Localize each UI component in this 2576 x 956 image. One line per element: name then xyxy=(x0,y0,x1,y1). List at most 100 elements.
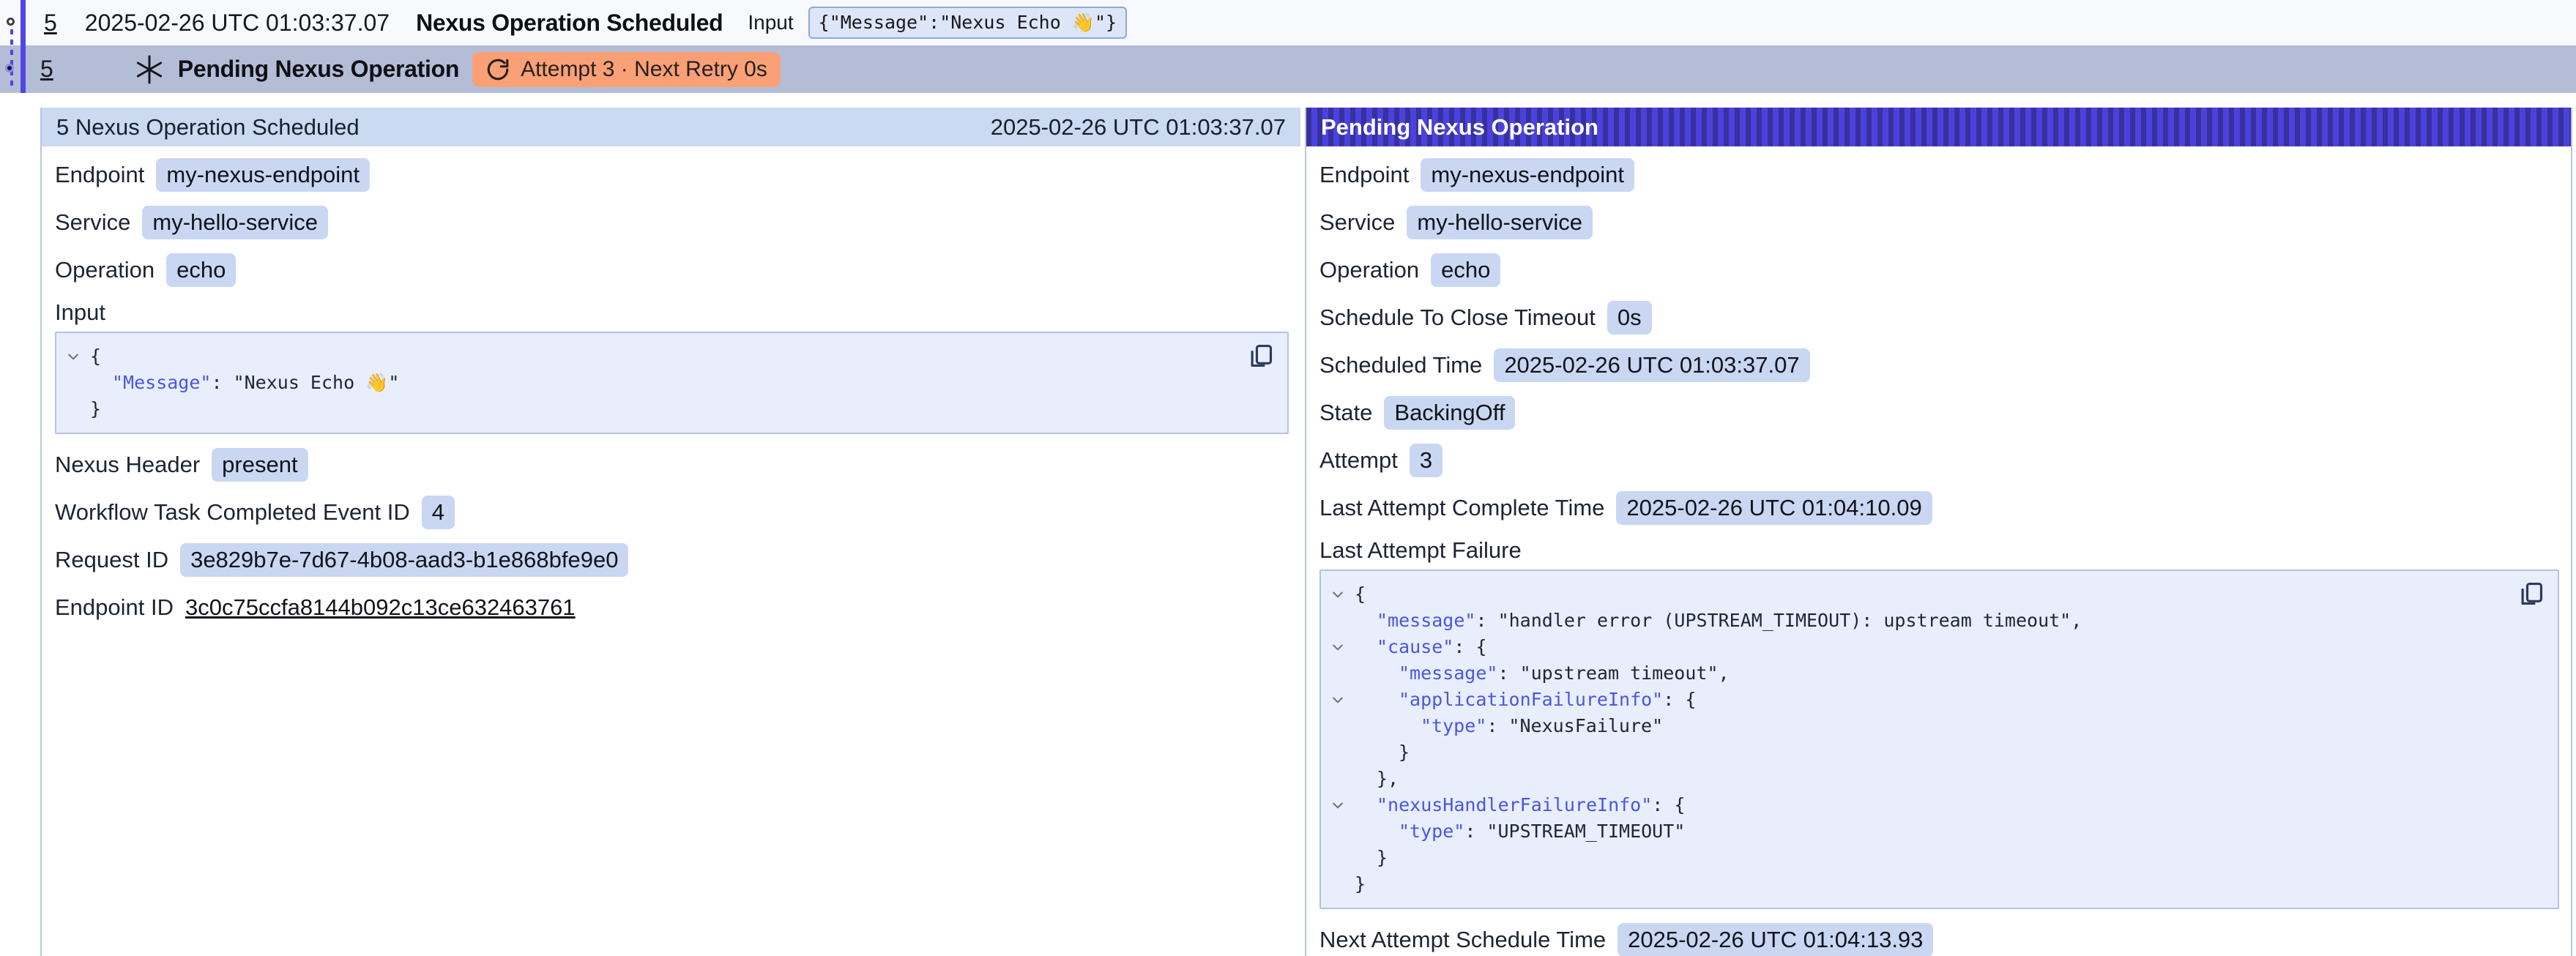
code-text: } xyxy=(1355,871,1366,897)
code-line: "Message": "Nexus Echo 👋" xyxy=(56,370,1243,396)
event-id-link[interactable]: 5 xyxy=(44,10,57,37)
timeline-dashed-connector xyxy=(10,29,13,91)
code-line: "message": "upstream timeout", xyxy=(1321,660,2514,687)
chevron-down-icon xyxy=(66,349,81,364)
collapse-toggle[interactable] xyxy=(1321,692,1355,707)
field-row-schedule-to-close-timeout: Schedule To Close Timeout0s xyxy=(1319,301,2559,335)
endpoint-value: my-nexus-endpoint xyxy=(156,158,370,192)
json-key: "Message" xyxy=(112,372,211,393)
pending-panel-header: Pending Nexus Operation xyxy=(1306,108,2571,146)
json-text: { xyxy=(90,346,101,367)
code-text: "type": "UPSTREAM_TIMEOUT" xyxy=(1355,818,1685,845)
field-label: Nexus Header xyxy=(55,452,200,478)
field-row-service: Servicemy-hello-service xyxy=(55,206,1289,239)
right-panel-fields: Endpointmy-nexus-endpointServicemy-hello… xyxy=(1306,158,2571,956)
json-text: } xyxy=(90,398,101,419)
json-text: : "NexusFailure" xyxy=(1486,715,1663,736)
nexus-header-value: present xyxy=(212,448,308,482)
retry-badge-label: Attempt 3 · Next Retry 0s xyxy=(521,57,767,82)
collapse-toggle[interactable] xyxy=(1321,798,1355,813)
copy-icon xyxy=(2517,580,2545,608)
field-label: Endpoint xyxy=(1319,162,1409,188)
code-text: "message": "handler error (UPSTREAM_TIME… xyxy=(1355,608,2082,634)
code-text: { xyxy=(90,343,101,370)
code-line: } xyxy=(1321,739,2514,766)
pending-asterisk-icon xyxy=(135,53,163,86)
code-text: } xyxy=(1355,845,1388,871)
input-code-block: { "Message": "Nexus Echo 👋"} xyxy=(55,332,1289,434)
code-line: "applicationFailureInfo": { xyxy=(1321,687,2514,713)
attempt-value: 3 xyxy=(1410,444,1443,477)
last-attempt-failure-code-block: {"message": "handler error (UPSTREAM_TIM… xyxy=(1319,570,2559,909)
collapse-toggle[interactable] xyxy=(1321,587,1355,602)
json-text: : "upstream timeout", xyxy=(1497,662,1729,684)
json-key: "nexusHandlerFailureInfo" xyxy=(1377,794,1652,815)
chevron-down-icon xyxy=(1330,640,1345,654)
left-panel-timestamp: 2025-02-26 UTC 01:03:37.07 xyxy=(991,114,1286,141)
code-line: "cause": { xyxy=(1321,634,2514,660)
event-row-nexus-operation-scheduled[interactable]: 5 2025-02-26 UTC 01:03:37.07 Nexus Opera… xyxy=(0,0,2576,45)
code-line: "type": "UPSTREAM_TIMEOUT" xyxy=(1321,818,2514,845)
code-text: } xyxy=(90,396,101,422)
code-text: { xyxy=(1355,581,1366,608)
code-text: "cause": { xyxy=(1355,634,1487,660)
json-text: : "handler error (UPSTREAM_TIMEOUT): ups… xyxy=(1475,610,2082,631)
pending-event-title: Pending Nexus Operation xyxy=(178,56,459,83)
chevron-down-icon xyxy=(1330,587,1345,602)
field-label: Operation xyxy=(1319,257,1419,283)
event-id-link[interactable]: 5 xyxy=(40,56,53,83)
left-panel-title: 5 Nexus Operation Scheduled xyxy=(56,114,360,141)
field-row-scheduled-time: Scheduled Time 2025-02-26 UTC 01:03:37.07 xyxy=(1319,348,2559,382)
retry-icon xyxy=(485,57,510,82)
input-preview-chip: {"Message":"Nexus Echo 👋"} xyxy=(808,7,1127,39)
event-title: Nexus Operation Scheduled xyxy=(416,10,723,37)
code-line: }, xyxy=(1321,766,2514,792)
copy-icon xyxy=(1247,342,1275,370)
last-attempt-complete-time-value: 2025-02-26 UTC 01:04:10.09 xyxy=(1616,491,1932,525)
json-text: { xyxy=(1355,583,1366,605)
code-text: "Message": "Nexus Echo 👋" xyxy=(90,370,399,396)
json-key: "message" xyxy=(1377,610,1475,631)
scheduled-time-value: 2025-02-26 UTC 01:03:37.07 xyxy=(1494,348,1809,382)
field-label: Next Attempt Schedule Time xyxy=(1319,927,1606,953)
field-row-operation: Operationecho xyxy=(55,253,1289,287)
endpoint-value: my-nexus-endpoint xyxy=(1421,158,1634,192)
json-text: : { xyxy=(1663,689,1696,710)
field-row-endpoint: Endpoint my-nexus-endpoint xyxy=(1319,158,2559,192)
copy-button[interactable] xyxy=(2517,580,2546,609)
schedule-to-close-timeout-value: 0s xyxy=(1607,301,1652,335)
field-label-input: Input xyxy=(55,299,1289,326)
field-label: Request ID xyxy=(55,547,168,573)
field-label: Last Attempt Complete Time xyxy=(1319,495,1604,521)
event-row-pending-nexus-operation[interactable]: 5 Pending Nexus Operation Attempt 3 · Ne… xyxy=(0,45,2576,93)
field-row-operation: Operationecho xyxy=(1319,253,2559,287)
service-value: my-hello-service xyxy=(142,206,328,239)
field-label-last-attempt-failure: Last Attempt Failure xyxy=(1319,537,2559,564)
event-details-container: 5 Nexus Operation Scheduled 2025-02-26 U… xyxy=(40,108,2572,956)
json-text: : { xyxy=(1453,636,1486,657)
chevron-down-icon xyxy=(1330,692,1345,707)
field-label: Workflow Task Completed Event ID xyxy=(55,499,410,526)
field-row-endpoint: Endpointmy-nexus-endpoint xyxy=(55,158,1289,192)
json-key: "message" xyxy=(1399,662,1497,684)
field-label: Scheduled Time xyxy=(1319,352,1482,378)
json-text: : { xyxy=(1652,794,1685,815)
field-row-state: StateBackingOff xyxy=(1319,396,2559,430)
code-line: } xyxy=(56,396,1243,422)
collapse-toggle[interactable] xyxy=(1321,640,1355,654)
copy-button[interactable] xyxy=(1246,342,1276,371)
code-line: { xyxy=(56,343,1243,370)
field-row-next-attempt-schedule-time: Next Attempt Schedule Time2025-02-26 UTC… xyxy=(1319,923,2559,956)
collapse-toggle[interactable] xyxy=(56,349,90,364)
pending-operation-right-panel: Pending Nexus Operation Endpoint my-nexus… xyxy=(1305,108,2571,956)
left-panel-header: 5 Nexus Operation Scheduled 2025-02-26 U… xyxy=(42,108,1300,146)
code-line: } xyxy=(1321,871,2514,897)
event-timestamp: 2025-02-26 UTC 01:03:37.07 xyxy=(85,10,390,37)
endpoint-id-link[interactable]: 3c0c75ccfa8144b092c13ce632463761 xyxy=(185,594,576,621)
json-text: }, xyxy=(1377,768,1399,789)
code-text: "nexusHandlerFailureInfo": { xyxy=(1355,792,1685,818)
json-key: "type" xyxy=(1421,715,1486,736)
code-line: "nexusHandlerFailureInfo": { xyxy=(1321,792,2514,818)
state-value: BackingOff xyxy=(1384,396,1515,430)
code-text: } xyxy=(1355,739,1410,766)
